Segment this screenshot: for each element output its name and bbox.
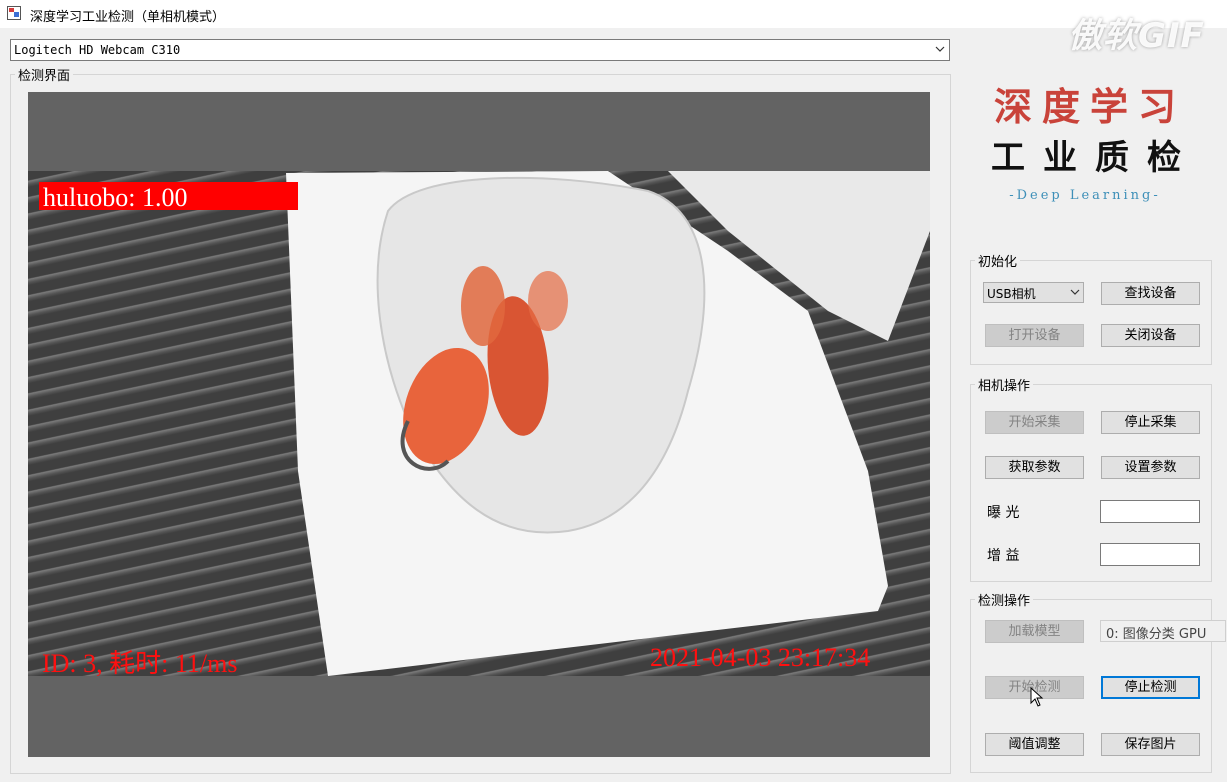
mouse-cursor-icon [1030, 687, 1044, 707]
load-model-button[interactable]: 加载模型 [985, 620, 1084, 643]
set-params-button[interactable]: 设置参数 [1101, 456, 1200, 479]
exposure-label: 曝 光 [987, 505, 1020, 521]
app-icon [7, 6, 21, 20]
device-select[interactable]: Logitech HD Webcam C310 [10, 39, 950, 61]
window-title: 深度学习工业检测（单相机模式） [30, 10, 226, 25]
title-bar: 深度学习工业检测（单相机模式） [0, 0, 1227, 28]
init-group [970, 260, 1212, 365]
close-device-button[interactable]: 关闭设备 [1101, 324, 1200, 347]
detection-id-time: ID: 3, 耗时: 11/ms [42, 649, 238, 676]
camera-type-value: USB相机 [987, 287, 1036, 301]
gain-input[interactable] [1100, 543, 1200, 566]
chevron-down-icon [935, 46, 945, 52]
watermark: 傲软GIF [1068, 16, 1205, 56]
get-params-button[interactable]: 获取参数 [985, 456, 1084, 479]
logo-title: 深度学习 [993, 84, 1186, 129]
camera-image [286, 171, 930, 676]
threshold-button[interactable]: 阈值调整 [985, 733, 1084, 756]
stop-detect-button[interactable]: 停止检测 [1101, 676, 1200, 699]
gain-label: 增 益 [987, 548, 1020, 564]
camera-ops-group-title: 相机操作 [975, 375, 1034, 394]
detection-timestamp: 2021-04-03 23:17:34 [650, 643, 871, 672]
save-image-button[interactable]: 保存图片 [1101, 733, 1200, 756]
camera-view: huluobo: 1.00 ID: 3, 耗时: 11/ms 2021-04-0… [28, 92, 930, 757]
device-select-value: Logitech HD Webcam C310 [14, 43, 181, 57]
logo-tagline: -Deep Learning- [1009, 188, 1161, 203]
detection-view-group-title: 检测界面 [15, 65, 74, 84]
detect-ops-group-title: 检测操作 [975, 590, 1034, 609]
find-device-button[interactable]: 查找设备 [1101, 282, 1200, 305]
exposure-input[interactable] [1100, 500, 1200, 523]
init-group-title: 初始化 [975, 251, 1021, 270]
model-value: 0: 图像分类 GPU [1106, 627, 1207, 642]
camera-frame: huluobo: 1.00 ID: 3, 耗时: 11/ms 2021-04-0… [28, 171, 930, 676]
open-device-button[interactable]: 打开设备 [985, 324, 1084, 347]
stop-capture-button[interactable]: 停止采集 [1101, 411, 1200, 434]
camera-type-select[interactable]: USB相机 [983, 282, 1084, 303]
chevron-down-icon [1070, 289, 1080, 295]
logo-subtitle: 工业质检 [991, 138, 1199, 178]
model-field[interactable]: 0: 图像分类 GPU [1100, 620, 1226, 642]
start-capture-button[interactable]: 开始采集 [985, 411, 1084, 434]
detection-label: huluobo: 1.00 [43, 183, 188, 212]
